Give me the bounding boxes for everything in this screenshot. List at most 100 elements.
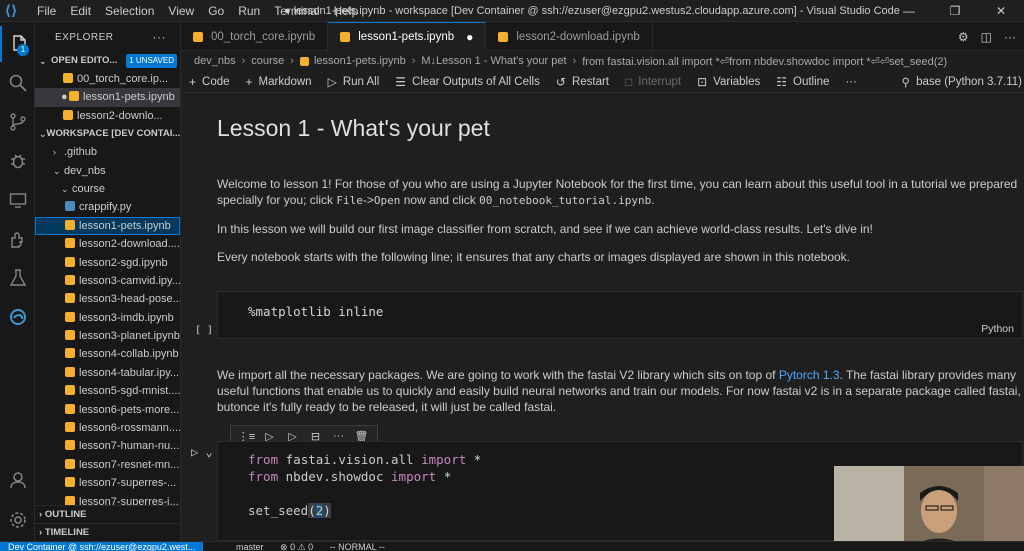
breadcrumb-item[interactable]: M↓Lesson 1 - What's your pet	[421, 55, 566, 67]
folder-item[interactable]: ⌄ dev_nbs	[35, 162, 180, 180]
source-control-icon[interactable]	[0, 104, 35, 140]
file-item[interactable]: lesson2-sgd.ipynb	[35, 254, 180, 272]
file-item[interactable]: lesson5-sgd-mnist....	[35, 382, 180, 400]
clear-all-icon: ☰	[395, 74, 407, 89]
tab-lesson1-pets[interactable]: lesson1-pets.ipynb ●	[328, 22, 487, 51]
search-icon[interactable]	[0, 65, 35, 101]
breadcrumb-item[interactable]: lesson1-pets.ipynb	[314, 55, 406, 67]
modified-dot-icon: ●	[61, 91, 68, 104]
open-editor-item[interactable]: 00_torch_core.ip...	[35, 70, 180, 88]
file-item[interactable]: lesson4-collab.ipynb	[35, 345, 180, 363]
minimize-icon[interactable]: —	[886, 0, 932, 22]
chevron-right-icon: ›	[53, 147, 56, 158]
folder-item[interactable]: ⌄ course	[35, 180, 180, 198]
menu-selection[interactable]: Selection	[98, 0, 161, 22]
open-editor-item[interactable]: lesson2-downlo...	[35, 107, 180, 125]
menu-go[interactable]: Go	[201, 0, 231, 22]
open-editors-section[interactable]: ⌄ OPEN EDITO... 1 UNSAVED	[35, 52, 180, 70]
split-editor-icon[interactable]: ◫	[981, 30, 992, 44]
status-bar: Dev Container @ ssh://ezuser@ezgpu2.west…	[0, 541, 1024, 551]
extensions-icon[interactable]	[0, 221, 35, 257]
notebook-file-icon	[65, 330, 75, 341]
notebook-file-icon	[65, 385, 75, 396]
file-item[interactable]: lesson1-pets.ipynb	[35, 216, 180, 236]
file-item[interactable]: lesson3-imdb.ipynb	[35, 309, 180, 327]
account-icon[interactable]	[0, 462, 35, 498]
outline-button[interactable]: ☷ Outline	[776, 75, 829, 89]
clear-outputs-button[interactable]: ☰ Clear Outputs of All Cells	[395, 75, 540, 89]
outline-icon: ☷	[776, 74, 788, 89]
variables-button[interactable]: ⊡ Variables	[697, 75, 760, 89]
pytorch-link[interactable]: Pytorch 1.3	[779, 368, 840, 382]
tab-actions: ⚙ ◫ ···	[946, 22, 1016, 51]
notebook-file-icon	[65, 458, 75, 469]
menu-edit[interactable]: Edit	[63, 0, 98, 22]
add-code-cell-button[interactable]: + Code	[189, 75, 230, 89]
file-item[interactable]: lesson6-rossmann....	[35, 419, 180, 437]
file-item[interactable]: lesson4-tabular.ipy...	[35, 364, 180, 382]
file-item[interactable]: lesson7-superres-...	[35, 474, 180, 492]
kernel-picker[interactable]: ⚲ base (Python 3.7.11)	[902, 71, 1022, 93]
breadcrumb-item[interactable]: from fastai.vision.all import *⏎from nbd…	[582, 55, 947, 68]
more-actions-icon[interactable]: ···	[153, 30, 167, 44]
notebook-file-icon	[69, 91, 79, 102]
manage-gear-icon[interactable]	[0, 502, 35, 538]
menu-terminal[interactable]: Terminal	[267, 0, 326, 22]
notebook-file-icon	[65, 256, 75, 267]
explorer-icon[interactable]: 1	[0, 26, 35, 62]
breadcrumb-item[interactable]: dev_nbs	[194, 55, 236, 67]
kernel-icon: ⚲	[901, 77, 911, 89]
file-item[interactable]: lesson3-head-pose....	[35, 290, 180, 308]
menu-file[interactable]: File	[30, 0, 63, 22]
code-cell[interactable]: %matplotlib inline Python	[217, 291, 1023, 339]
tab-00-torch-core[interactable]: 00_torch_core.ipynb	[181, 22, 329, 51]
cell-language[interactable]: Python	[981, 323, 1014, 335]
menu-view[interactable]: View	[161, 0, 201, 22]
vim-mode-indicator: -- NORMAL --	[329, 542, 385, 551]
restore-icon[interactable]: ❐	[932, 0, 978, 22]
run-cell-icon[interactable]: ▷ ⌄	[191, 445, 213, 459]
outline-section[interactable]: › OUTLINE	[35, 505, 180, 523]
notebook-file-icon	[65, 293, 75, 304]
timeline-section[interactable]: › TIMELINE	[35, 523, 180, 541]
restart-button[interactable]: ↺ Restart	[556, 75, 609, 89]
file-item[interactable]: crappify.py	[35, 198, 180, 216]
more-toolbar-button[interactable]: ···	[845, 76, 857, 88]
modified-dot-icon[interactable]: ●	[466, 30, 473, 44]
variables-icon: ⊡	[697, 74, 708, 89]
remote-explorer-icon[interactable]	[0, 182, 35, 218]
file-item[interactable]: lesson7-human-nu...	[35, 437, 180, 455]
activity-bar: 1	[0, 22, 35, 541]
add-markdown-cell-button[interactable]: + Markdown	[246, 75, 312, 89]
breadcrumb-item[interactable]: course	[251, 55, 284, 67]
file-item[interactable]: lesson6-pets-more....	[35, 401, 180, 419]
branch-indicator[interactable]: master	[236, 542, 264, 551]
remote-indicator[interactable]: Dev Container @ ssh://ezuser@ezgpu2.west…	[0, 542, 204, 551]
file-item[interactable]: lesson3-planet.ipynb	[35, 327, 180, 345]
status-items: master ⊗ 0 ⚠ 0 -- NORMAL --	[236, 542, 399, 551]
explorer-sidebar: EXPLORER ··· ⌄ OPEN EDITO... 1 UNSAVED 0…	[35, 22, 181, 541]
folder-item[interactable]: › .github	[35, 143, 180, 161]
menu-help[interactable]: Help	[327, 0, 366, 22]
more-actions-icon[interactable]: ···	[1004, 30, 1016, 44]
code-line: %matplotlib inline	[248, 304, 384, 319]
code-line: set_seed(2)	[248, 503, 331, 518]
settings-gear-icon[interactable]: ⚙	[958, 30, 969, 44]
tab-lesson2-download[interactable]: lesson2-download.ipynb	[486, 22, 653, 51]
edge-browser-icon[interactable]	[0, 299, 35, 335]
problems-indicator[interactable]: ⊗ 0 ⚠ 0	[280, 542, 313, 551]
notebook-file-icon	[65, 348, 75, 359]
code-line: from fastai.vision.all import *	[248, 452, 482, 467]
workspace-section[interactable]: ⌄ WORKSPACE [DEV CONTAI...	[35, 125, 180, 143]
run-all-button[interactable]: ▷ Run All	[328, 75, 380, 89]
interrupt-button[interactable]: □ Interrupt	[625, 75, 681, 89]
testing-icon[interactable]	[0, 260, 35, 296]
open-editor-item[interactable]: ● lesson1-pets.ipynb	[35, 88, 180, 107]
close-icon[interactable]: ✕	[978, 0, 1024, 22]
run-debug-icon[interactable]	[0, 143, 35, 179]
notebook-file-icon	[65, 274, 75, 285]
menu-run[interactable]: Run	[231, 0, 267, 22]
file-item[interactable]: lesson3-camvid.ipy...	[35, 272, 180, 290]
file-item[interactable]: lesson2-download....	[35, 235, 180, 253]
file-item[interactable]: lesson7-resnet-mn...	[35, 456, 180, 474]
